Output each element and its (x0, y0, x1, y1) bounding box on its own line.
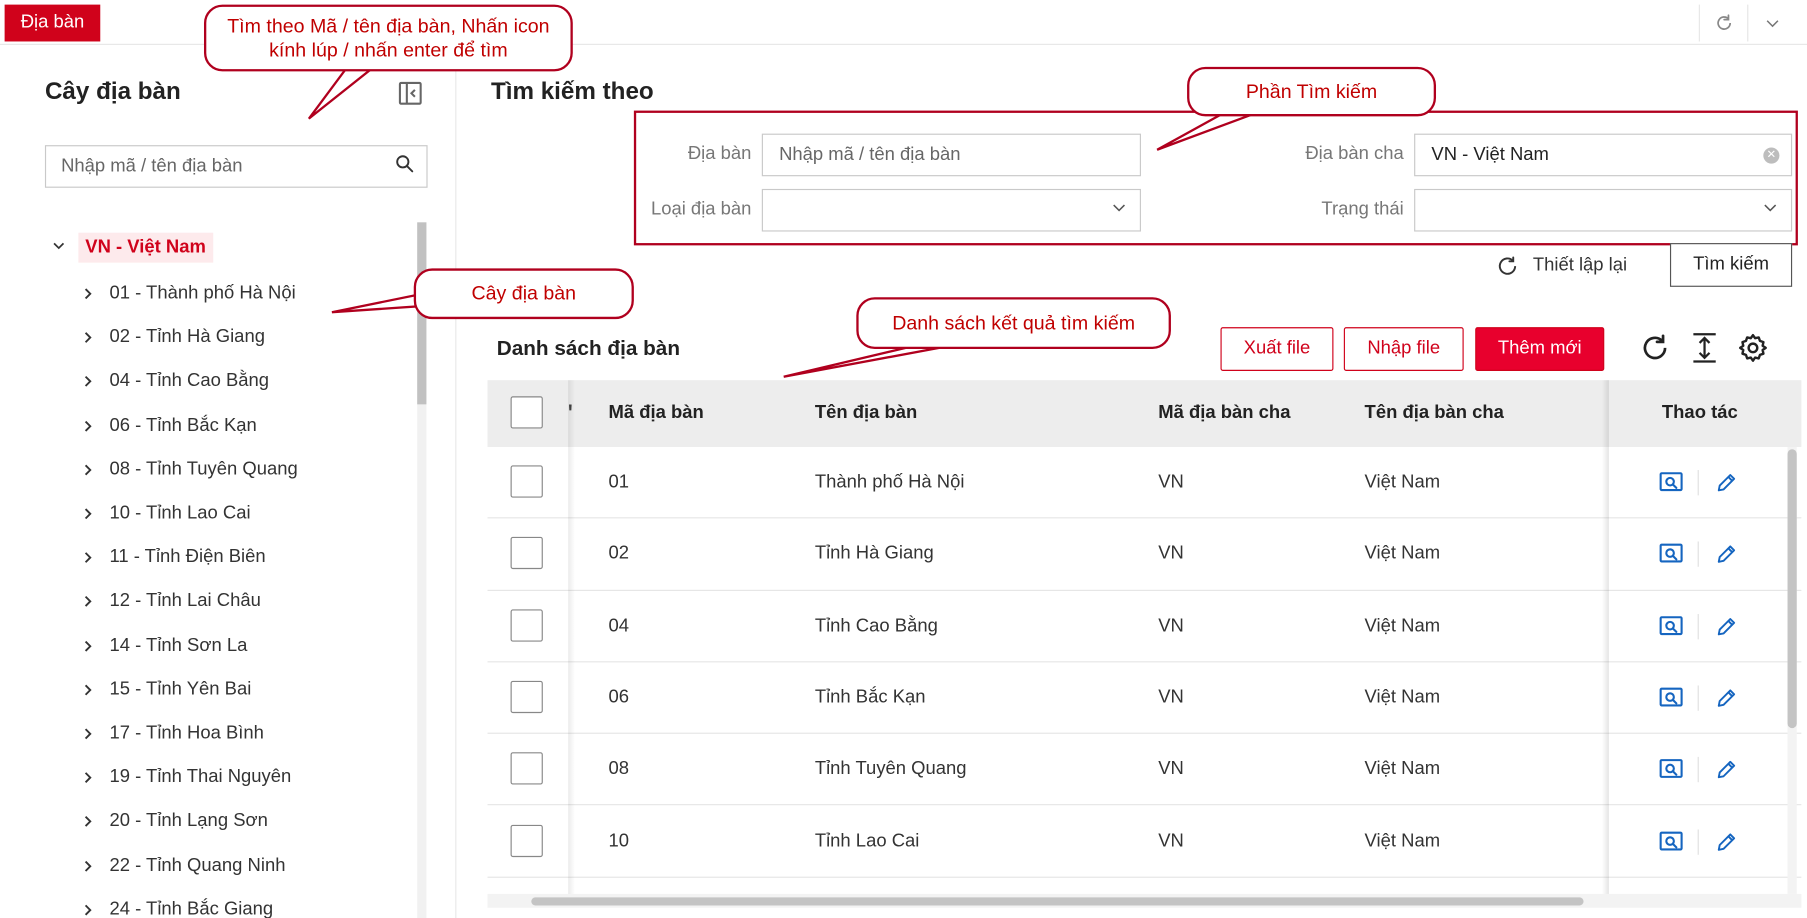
callout-search-section: Phần Tìm kiếm (1187, 66, 1437, 117)
callout-results: Danh sách kết quả tìm kiếm (856, 297, 1171, 350)
callout-tree: Cây địa bàn (413, 268, 634, 320)
callout-pointers (307, 67, 1257, 378)
callout-search-hint: Tìm theo Mã / tên địa bàn, Nhấn icon kín… (203, 4, 573, 72)
